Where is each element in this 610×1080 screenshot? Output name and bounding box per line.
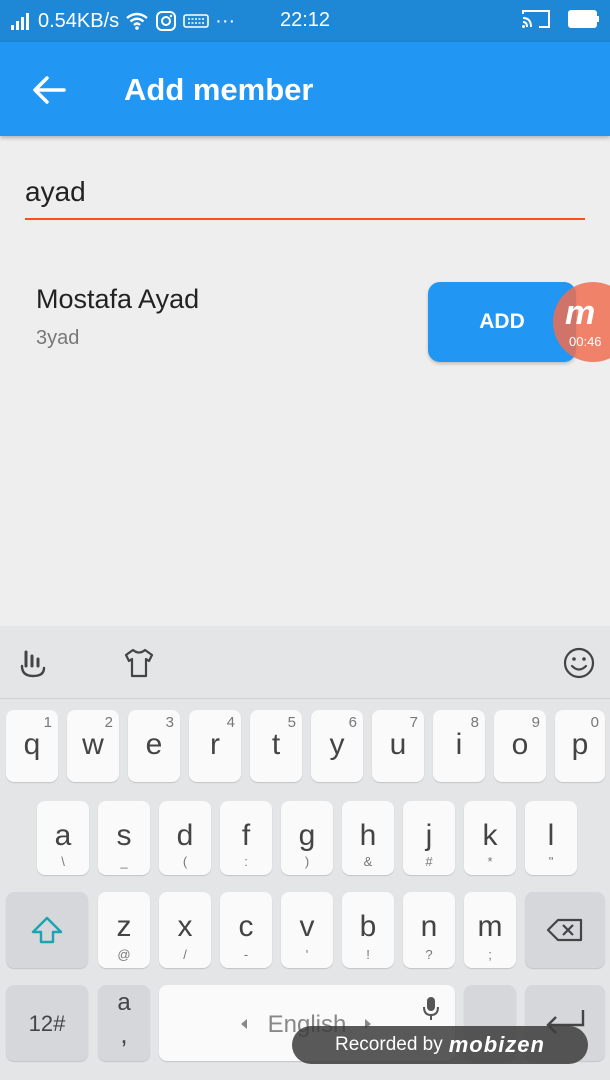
page-title: Add member <box>124 72 314 107</box>
key-o[interactable]: 9o <box>494 710 546 782</box>
key-u[interactable]: 7u <box>372 710 424 782</box>
key-j[interactable]: j # <box>403 801 455 875</box>
member-handle: 3yad <box>36 327 80 349</box>
status-bar: 0.54KB/s ··· 22:12 <box>0 0 610 42</box>
key-y[interactable]: 6y <box>311 710 363 782</box>
key-k[interactable]: k * <box>464 801 516 875</box>
key-n[interactable]: n? <box>403 892 455 968</box>
key-a[interactable]: a \ <box>37 801 89 875</box>
key-w[interactable]: 2w <box>67 710 119 782</box>
numbers-key[interactable]: 12# <box>6 985 88 1061</box>
backspace-icon <box>546 918 583 942</box>
key-d[interactable]: d( <box>159 801 211 875</box>
touchpal-hand-icon[interactable] <box>16 646 50 680</box>
app-bar: Add member <box>0 42 610 136</box>
key-b[interactable]: b! <box>342 892 394 968</box>
backspace-key[interactable] <box>525 892 605 968</box>
mobizen-logo: mobizen <box>448 1032 545 1057</box>
clock: 22:12 <box>279 9 331 31</box>
comma-key[interactable]: a , <box>98 985 150 1061</box>
shift-key[interactable] <box>6 892 88 968</box>
keyboard-toolbar <box>0 626 610 699</box>
back-arrow-icon[interactable] <box>30 72 70 108</box>
microphone-icon[interactable] <box>421 995 441 1023</box>
key-s[interactable]: s _ <box>98 801 150 875</box>
shift-arrow-icon <box>31 916 63 944</box>
member-name: Mostafa Ayad <box>36 284 200 314</box>
status-right <box>520 8 600 30</box>
key-r[interactable]: 4r <box>189 710 241 782</box>
recording-watermark: Recorded by mobizen <box>292 1026 588 1064</box>
recorder-logo-icon: m <box>565 294 596 332</box>
key-z[interactable]: z @ <box>98 892 150 968</box>
key-e[interactable]: 3e <box>128 710 180 782</box>
key-x[interactable]: x / <box>159 892 211 968</box>
key-p[interactable]: 0p <box>555 710 605 782</box>
search-field[interactable] <box>25 160 585 220</box>
battery-icon <box>568 10 599 28</box>
key-i[interactable]: 8i <box>433 710 485 782</box>
recorder-timer: 00:46 <box>569 334 602 349</box>
key-c[interactable]: c- <box>220 892 272 968</box>
key-t[interactable]: 5t <box>250 710 302 782</box>
key-f[interactable]: f: <box>220 801 272 875</box>
key-q[interactable]: 1q <box>6 710 58 782</box>
cast-icon <box>522 10 550 28</box>
key-h[interactable]: h & <box>342 801 394 875</box>
theme-shirt-icon[interactable] <box>122 646 156 680</box>
member-item: Mostafa Ayad 3yad <box>36 284 199 350</box>
search-input[interactable] <box>25 176 585 208</box>
emoji-icon[interactable] <box>562 646 596 680</box>
left-chevron-icon <box>241 1019 247 1029</box>
key-v[interactable]: v ' <box>281 892 333 968</box>
soft-keyboard: 1q 2w 3e 4r 5t 6y 7u 8i 9o 0p a \ s _ d( f… <box>0 626 610 1080</box>
key-g[interactable]: g) <box>281 801 333 875</box>
watermark-text: Recorded by <box>335 1034 443 1055</box>
key-m[interactable]: m; <box>464 892 516 968</box>
key-l[interactable]: l " <box>525 801 577 875</box>
